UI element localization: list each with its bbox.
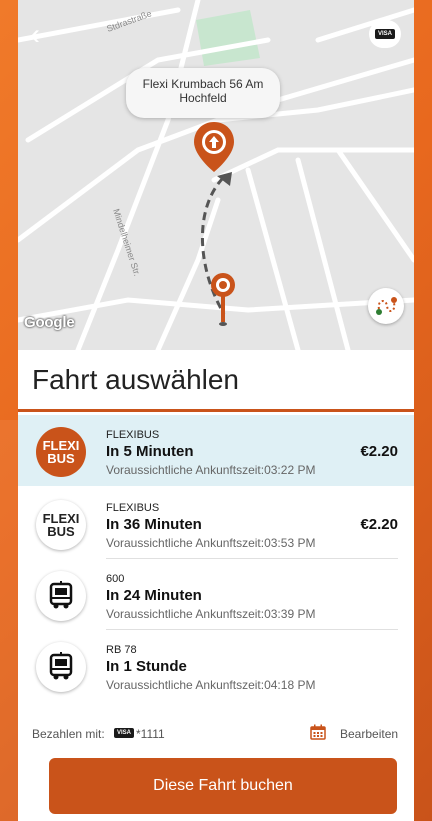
trip-price: €2.20 <box>360 443 398 460</box>
trip-option-3[interactable]: 600 In 24 Minuten Voraussichtliche Ankun… <box>18 559 414 630</box>
bus-icon <box>36 642 86 692</box>
calendar-icon[interactable] <box>310 724 326 740</box>
flexibus-logo: FLEXI BUS <box>36 500 86 550</box>
back-button[interactable]: ‹ <box>30 20 60 52</box>
payment-row: Bezahlen mit: VISA *1111 Bearbeiten <box>18 720 414 746</box>
trip-departure: In 5 Minuten <box>106 443 194 460</box>
back-chevron-icon: ‹ <box>30 18 40 51</box>
trip-provider: FLEXIBUS <box>106 429 160 441</box>
trip-arrival: Voraussichtliche Ankunftszeit:03:53 PM <box>106 536 316 550</box>
trip-option-1[interactable]: FLEXI BUS FLEXIBUS In 5 Minuten Voraussic… <box>18 415 414 486</box>
trip-option-2[interactable]: FLEXI BUS FLEXIBUS In 36 Minuten Voraussi… <box>18 488 414 559</box>
route-toggle-button[interactable] <box>368 288 404 324</box>
book-trip-button[interactable]: Diese Fahrt buchen <box>49 758 397 814</box>
route-toggle-icon <box>376 297 397 315</box>
payment-label: Bezahlen mit: <box>32 727 105 741</box>
edit-payment-link[interactable]: Bearbeiten <box>340 727 398 741</box>
sheet-header: Fahrt auswählen <box>18 350 414 412</box>
trip-departure: In 1 Stunde <box>106 658 187 675</box>
trip-provider: FLEXIBUS <box>106 502 160 514</box>
trip-arrival: Voraussichtliche Ankunftszeit:03:22 PM <box>106 463 316 477</box>
trip-provider: 600 <box>106 573 125 585</box>
map-view[interactable]: Stdrastraße Mindelheimer Str. ‹ VISA Fle… <box>18 0 414 350</box>
origin-pin-icon <box>211 273 235 326</box>
visa-card-icon: VISA <box>114 728 135 738</box>
visa-card-icon: VISA <box>374 29 395 39</box>
trip-arrival: Voraussichtliche Ankunftszeit:03:39 PM <box>106 607 316 621</box>
destination-tooltip: Flexi Krumbach 56 Am Hochfeld <box>126 68 280 118</box>
trip-departure: In 24 Minuten <box>106 587 202 604</box>
page-title: Fahrt auswählen <box>32 364 240 395</box>
trip-provider: RB 78 <box>106 644 137 656</box>
trip-price: €2.20 <box>360 516 398 533</box>
payment-card-button[interactable]: VISA <box>369 20 401 48</box>
destination-pin-icon <box>194 122 234 172</box>
trip-arrival: Voraussichtliche Ankunftszeit:04:18 PM <box>106 678 316 692</box>
bus-icon <box>36 571 86 621</box>
trip-option-4[interactable]: RB 78 In 1 Stunde Voraussichtliche Ankun… <box>18 630 414 701</box>
google-logo: Google <box>24 314 75 331</box>
app-screen: Stdrastraße Mindelheimer Str. ‹ VISA Fle… <box>18 0 414 821</box>
flexibus-logo: FLEXI BUS <box>36 427 86 477</box>
book-trip-label: Diese Fahrt buchen <box>153 777 293 794</box>
card-number: *1111 <box>136 727 165 741</box>
trip-departure: In 36 Minuten <box>106 516 202 533</box>
